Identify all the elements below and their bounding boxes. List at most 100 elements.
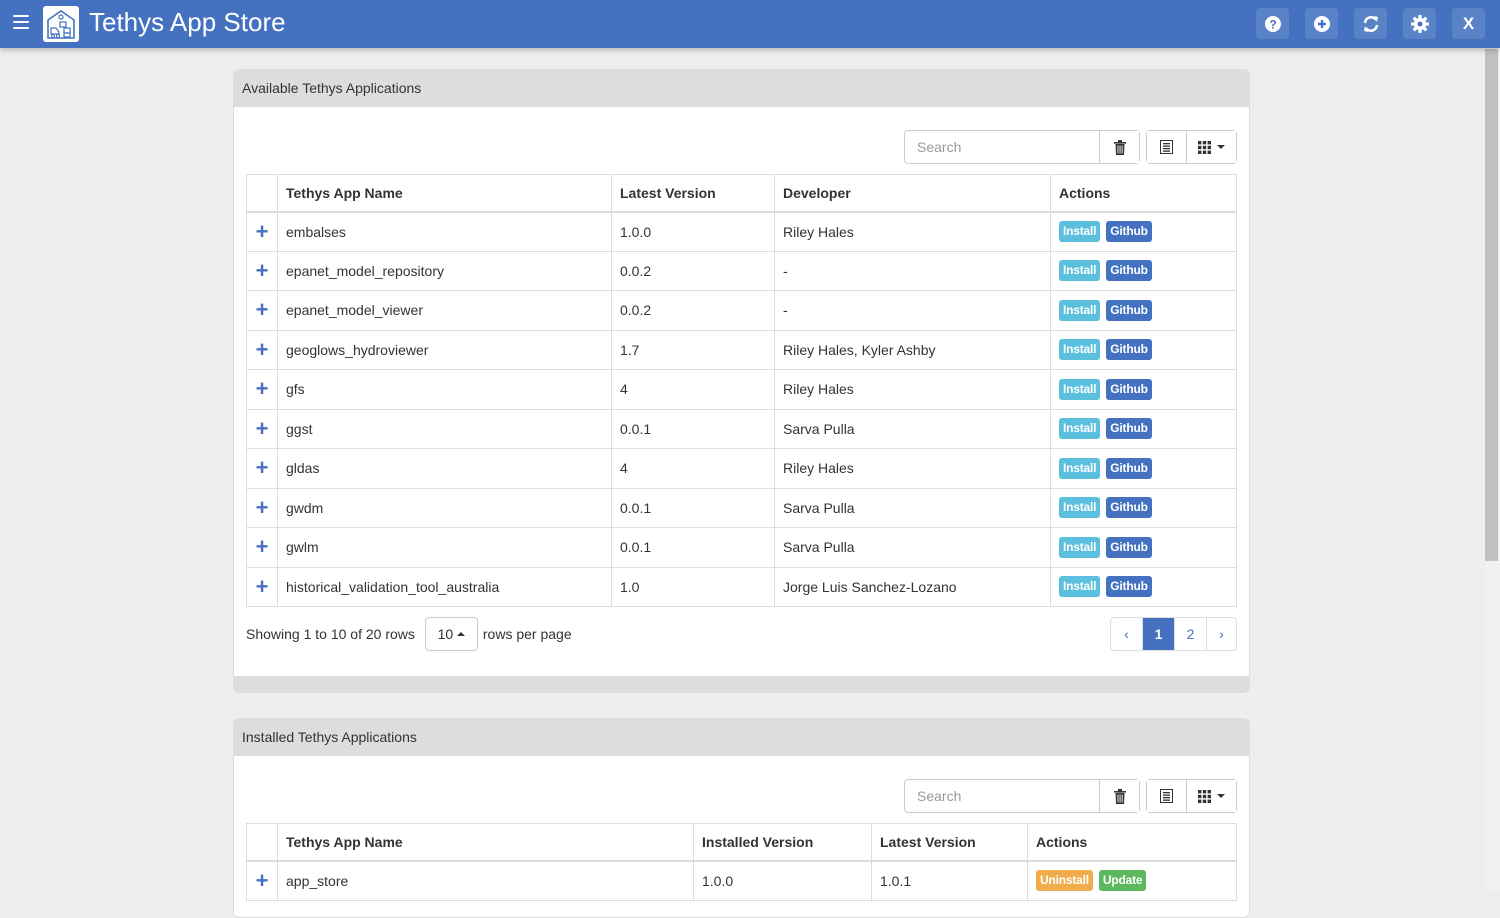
latest-version-cell: 0.0.1	[611, 527, 775, 568]
rows-per-page-label: rows per page	[482, 626, 572, 642]
column-header-app-name[interactable]: Tethys App Name	[277, 823, 694, 862]
toggle-view-button[interactable]	[1147, 131, 1186, 163]
refresh-button[interactable]	[1354, 8, 1387, 39]
expand-cell[interactable]: +	[246, 527, 278, 568]
list-icon	[1160, 789, 1173, 803]
expand-cell[interactable]: +	[246, 211, 278, 252]
expand-cell[interactable]: +	[246, 487, 278, 528]
latest-version-cell: 1.0.1	[871, 860, 1028, 901]
github-button[interactable]: Github	[1106, 457, 1152, 479]
pagination-page-1[interactable]: 1	[1142, 618, 1174, 650]
app-name-cell: epanet_model_repository	[277, 250, 612, 291]
update-button[interactable]: Update	[1098, 870, 1147, 891]
page-scrollbar-thumb[interactable]	[1485, 49, 1498, 561]
column-header-app-name[interactable]: Tethys App Name	[277, 174, 612, 213]
expand-cell[interactable]: +	[246, 408, 278, 449]
github-button[interactable]: Github	[1106, 418, 1152, 440]
table-header-row: Tethys App Name Installed Version Latest…	[246, 823, 1237, 862]
expand-cell[interactable]: +	[246, 329, 278, 370]
column-header-latest-version[interactable]: Latest Version	[871, 823, 1028, 862]
actions-cell: Install Github	[1050, 369, 1237, 410]
close-button[interactable]: X	[1452, 8, 1485, 39]
clear-search-button[interactable]	[1100, 780, 1139, 812]
install-button[interactable]: Install	[1059, 221, 1101, 242]
app-name-cell: gldas	[277, 448, 612, 489]
pagination: ‹ 1 2 ›	[1110, 617, 1237, 651]
install-button[interactable]: Install	[1059, 299, 1101, 321]
actions-cell: Install Github	[1050, 566, 1237, 607]
available-search-input[interactable]	[905, 131, 1100, 163]
expand-plus-icon[interactable]: +	[256, 574, 269, 599]
add-app-button[interactable]	[1305, 8, 1338, 39]
expand-cell[interactable]: +	[246, 860, 278, 901]
developer-cell: Jorge Luis Sanchez-Lozano	[774, 566, 1051, 607]
github-button[interactable]: Github	[1106, 536, 1152, 558]
expand-plus-icon[interactable]: +	[256, 868, 269, 893]
github-button[interactable]: Github	[1106, 339, 1152, 361]
developer-cell: Riley Hales	[774, 369, 1051, 410]
question-circle-icon: ?	[1264, 15, 1281, 32]
install-button[interactable]: Install	[1059, 378, 1101, 400]
expand-cell[interactable]: +	[246, 290, 278, 331]
install-button[interactable]: Install	[1059, 457, 1101, 479]
install-button[interactable]: Install	[1059, 497, 1101, 519]
github-button[interactable]: Github	[1106, 299, 1152, 321]
toggle-view-button[interactable]	[1147, 780, 1186, 812]
latest-version-cell: 4	[611, 448, 775, 489]
table-row: + epanet_model_viewer 0.0.2- Install Github	[246, 290, 1237, 331]
column-header-developer[interactable]: Developer	[774, 174, 1051, 213]
expand-plus-icon[interactable]: +	[256, 534, 269, 559]
expand-plus-icon[interactable]: +	[256, 297, 269, 322]
refresh-icon	[1363, 15, 1378, 32]
page-size-dropdown[interactable]: 10	[424, 617, 478, 651]
expand-plus-icon[interactable]: +	[256, 219, 269, 244]
columns-dropdown-button[interactable]	[1186, 780, 1236, 812]
expand-plus-icon[interactable]: +	[256, 258, 269, 283]
columns-dropdown-button[interactable]	[1186, 131, 1236, 163]
pagination-prev[interactable]: ‹	[1111, 618, 1142, 650]
developer-cell: Sarva Pulla	[774, 527, 1051, 568]
table-row: + historical_validation_tool_australia 1.0…	[246, 566, 1237, 607]
column-header-latest-version[interactable]: Latest Version	[611, 174, 775, 213]
available-apps-toolbar	[904, 130, 1237, 164]
pagination-info: Showing 1 to 10 of 20 rows 10 rows per p…	[246, 617, 572, 651]
expand-cell[interactable]: +	[246, 369, 278, 410]
app-name-cell: embalses	[277, 211, 612, 252]
expand-cell[interactable]: +	[246, 448, 278, 489]
install-button[interactable]: Install	[1059, 536, 1101, 558]
actions-cell: Install Github	[1050, 408, 1237, 449]
expand-plus-icon[interactable]: +	[256, 376, 269, 401]
github-button[interactable]: Github	[1106, 576, 1152, 598]
github-button[interactable]: Github	[1106, 497, 1152, 519]
column-header-actions: Actions	[1027, 823, 1237, 862]
install-button[interactable]: Install	[1059, 576, 1101, 598]
installed-search-input[interactable]	[905, 780, 1100, 812]
latest-version-cell: 0.0.2	[611, 250, 775, 291]
clear-search-button[interactable]	[1100, 131, 1139, 163]
github-button[interactable]: Github	[1106, 260, 1152, 282]
expand-plus-icon[interactable]: +	[256, 416, 269, 441]
help-button[interactable]: ?	[1256, 8, 1289, 39]
uninstall-button[interactable]: Uninstall	[1036, 870, 1093, 891]
pagination-next[interactable]: ›	[1206, 618, 1236, 650]
pagination-summary: Showing 1 to 10 of 20 rows	[246, 626, 415, 642]
github-button[interactable]: Github	[1106, 378, 1152, 400]
expand-cell[interactable]: +	[246, 566, 278, 607]
install-button[interactable]: Install	[1059, 260, 1101, 282]
settings-button[interactable]	[1403, 8, 1436, 39]
pagination-page-2[interactable]: 2	[1174, 618, 1206, 650]
install-button[interactable]: Install	[1059, 418, 1101, 440]
latest-version-cell: 4	[611, 369, 775, 410]
expand-cell[interactable]: +	[246, 250, 278, 291]
column-header-installed-version[interactable]: Installed Version	[693, 823, 872, 862]
github-button[interactable]: Github	[1106, 221, 1152, 242]
expand-plus-icon[interactable]: +	[256, 495, 269, 520]
latest-version-cell: 0.0.2	[611, 290, 775, 331]
table-row: + gfs 4 Riley Hales Install Github	[246, 369, 1237, 410]
expand-plus-icon[interactable]: +	[256, 455, 269, 480]
menu-toggle-icon[interactable]	[13, 15, 29, 31]
actions-cell: Uninstall Update	[1027, 860, 1237, 901]
install-button[interactable]: Install	[1059, 339, 1101, 361]
table-row: + epanet_model_repository 0.0.2- Install Git…	[246, 250, 1237, 291]
expand-plus-icon[interactable]: +	[256, 337, 269, 362]
